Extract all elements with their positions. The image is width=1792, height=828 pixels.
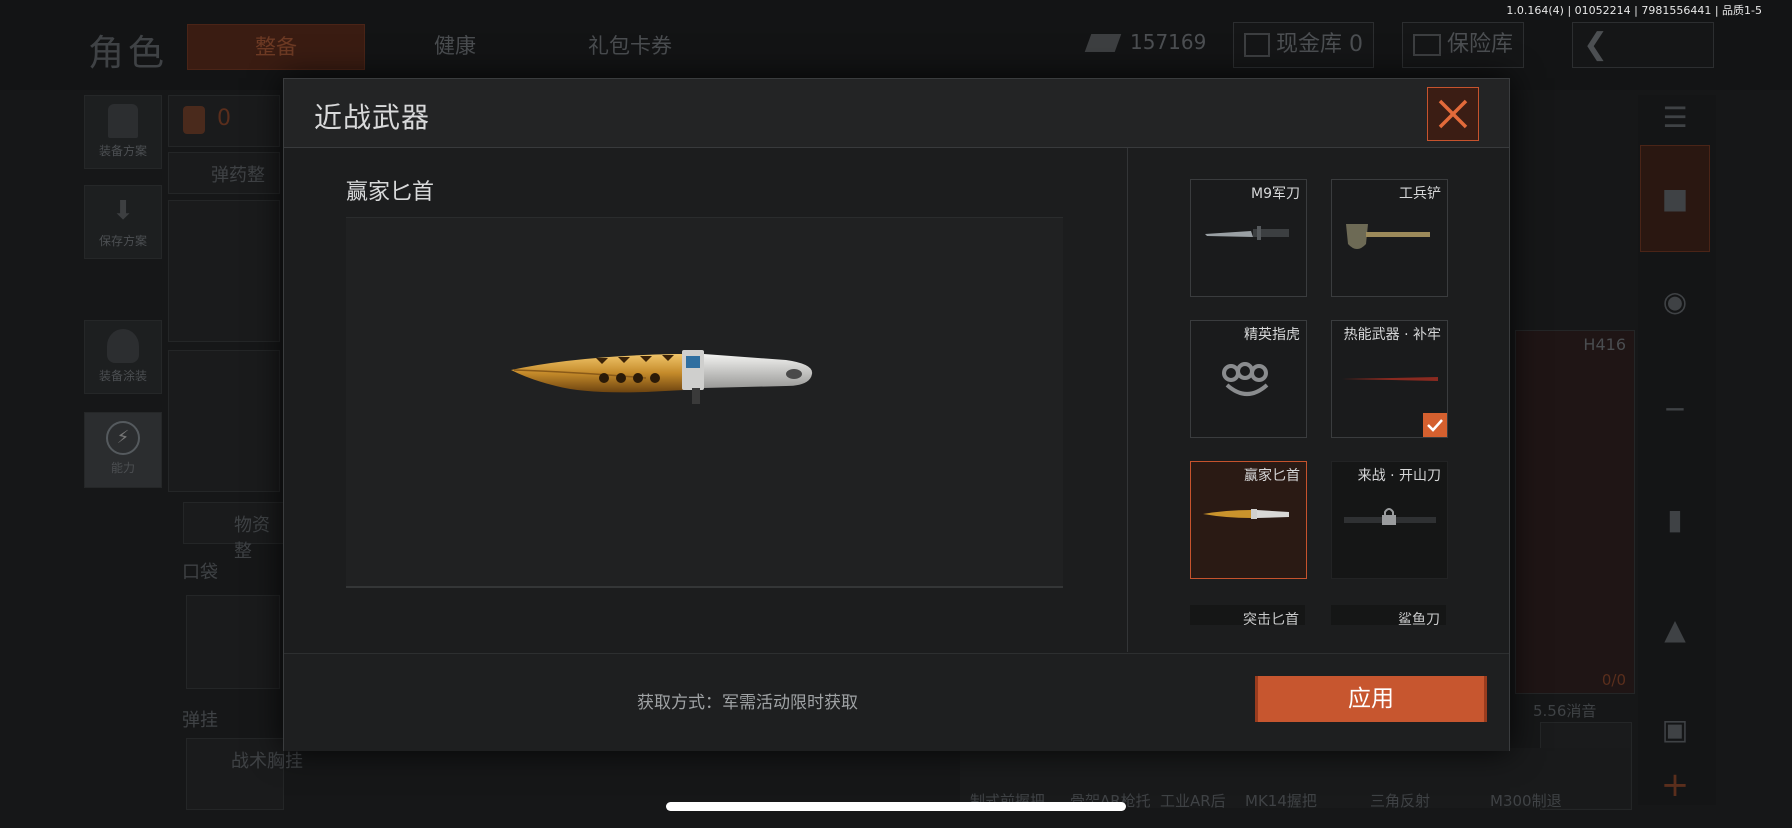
dialog-divider: [1127, 148, 1128, 652]
selected-weapon-name: 赢家匕首: [346, 180, 435, 205]
magazine-tab-icon[interactable]: ▮: [1645, 490, 1705, 550]
chest-rig-slot[interactable]: 战术胸挂: [186, 738, 303, 810]
grenade-tab-icon[interactable]: ▲: [1645, 600, 1705, 660]
item-label: 工兵铲: [1399, 186, 1441, 202]
brass-knuckles-icon: [1222, 362, 1269, 396]
dialog-title: 近战武器: [314, 101, 431, 134]
back-button[interactable]: ❮: [1572, 22, 1714, 68]
dialog-footer: 获取方式：军需活动限时获取 应用: [284, 653, 1509, 751]
attachment-item[interactable]: M300制退: [1490, 790, 1562, 811]
backpack-count: 0: [217, 106, 231, 131]
cash-vault-button[interactable]: 现金库 0: [1233, 22, 1374, 68]
item-card-machete[interactable]: 来战 · 开山刀: [1331, 461, 1448, 579]
page-title: 角色: [88, 33, 169, 74]
close-button[interactable]: [1427, 87, 1479, 141]
weapon-ammo-count: 0/0: [1601, 671, 1626, 689]
attachment-strip: 制式前握把 骨架AR枪托 工业AR后 MK14握把 三角反射 M300制退: [960, 748, 1630, 811]
layers-icon[interactable]: ☰: [1645, 88, 1705, 148]
skin-label: 装备涂装: [98, 369, 147, 383]
armor-tab-icon[interactable]: ■: [1640, 145, 1710, 252]
tab-gear[interactable]: 整备: [187, 24, 365, 70]
home-indicator[interactable]: [666, 802, 1126, 811]
back-arrow-icon: ❮: [1583, 27, 1609, 62]
attachment-item[interactable]: 三角反射: [1370, 790, 1430, 811]
item-card-knuckles[interactable]: 精英指虎: [1190, 320, 1307, 438]
ability-label: 能力: [110, 461, 135, 475]
item-card-winner-dagger[interactable]: 赢家匕首: [1190, 461, 1307, 579]
lock-icon: [1382, 508, 1396, 525]
item-label: 赢家匕首: [1244, 468, 1300, 484]
vest-icon: [108, 104, 138, 138]
item-card-thermal[interactable]: 热能武器 · 补牢: [1331, 320, 1448, 438]
item-card-shark-knife[interactable]: 鲨鱼刀: [1331, 605, 1446, 625]
tab-gift-cards[interactable]: 礼包卡券: [550, 24, 710, 68]
insurance-vault-label: 保险库: [1447, 32, 1514, 57]
item-label: 热能武器 · 补牢: [1343, 327, 1441, 343]
equipment-plan-button[interactable]: 装备方案: [84, 95, 162, 169]
download-icon: ⬇: [112, 196, 134, 226]
insurance-vault-icon: [1413, 34, 1441, 56]
equipped-check-icon: [1423, 413, 1447, 437]
close-icon: [1438, 99, 1468, 129]
thermal-blade-icon: [1342, 377, 1438, 381]
chest-rig-label: 弹挂: [182, 710, 218, 731]
gear-slot[interactable]: [168, 350, 280, 492]
item-card-assault-dagger[interactable]: 突击匕首: [1190, 605, 1305, 625]
golden-dagger-image: [511, 350, 813, 404]
ammo-organize-label: 弹药整: [211, 165, 265, 186]
cash-vault-icon: [1244, 33, 1270, 57]
item-label: 精英指虎: [1244, 327, 1300, 343]
ammo-organize-button[interactable]: 弹药整: [168, 152, 280, 194]
backpack-icon: [183, 106, 205, 134]
item-card-m9[interactable]: M9军刀: [1190, 179, 1307, 297]
item-card-shovel[interactable]: 工兵铲: [1331, 179, 1448, 297]
weapon-preview: [346, 217, 1063, 588]
skin-button[interactable]: 装备涂装: [84, 320, 162, 394]
insurance-vault-button[interactable]: 保险库: [1402, 22, 1525, 68]
save-plan-button[interactable]: ⬇ 保存方案: [84, 185, 162, 259]
version-text: 1.0.164(4) | 01052214 | 7981556441 | 品质1…: [1506, 4, 1762, 17]
shovel-icon: [1346, 224, 1430, 249]
item-label: 突击匕首: [1243, 612, 1299, 625]
pocket-slot[interactable]: [186, 595, 280, 689]
rifle-tab-icon[interactable]: ─: [1645, 380, 1705, 440]
item-label: 来战 · 开山刀: [1357, 468, 1441, 484]
item-label: M9军刀: [1251, 186, 1300, 202]
weapon-card[interactable]: H416 0/0: [1515, 330, 1635, 694]
attachment-item[interactable]: 工业AR后: [1160, 790, 1226, 811]
supply-organize-label: 物资整: [234, 515, 270, 562]
ability-icon: ⚡: [106, 421, 140, 455]
dialog-header: 近战武器: [284, 79, 1509, 148]
save-plan-label: 保存方案: [98, 234, 147, 248]
equipment-plan-label: 装备方案: [98, 144, 147, 158]
currency-amount: 157169: [1130, 30, 1207, 54]
pocket-label: 口袋: [182, 562, 218, 583]
helmet-tab-icon[interactable]: ◉: [1645, 272, 1705, 332]
item-label: 鲨鱼刀: [1398, 612, 1440, 625]
golden-dagger-icon: [1203, 509, 1289, 519]
attachment-item[interactable]: MK14握把: [1245, 790, 1317, 811]
helmet-icon: [107, 329, 139, 363]
supply-organize-button[interactable]: 物资整: [183, 502, 285, 562]
cash-vault-label: 现金库 0: [1276, 32, 1363, 57]
apply-button[interactable]: 应用: [1255, 676, 1487, 722]
gear-slot[interactable]: [168, 200, 280, 342]
melee-weapon-dialog: 近战武器 赢家匕首 M9军刀 工兵铲 精英指虎 热能武器 · 补牢 赢家匕首 来…: [283, 78, 1510, 751]
backpack-slot[interactable]: 0: [168, 95, 280, 147]
scope-tab-icon[interactable]: ▣: [1645, 700, 1705, 760]
weapon-name: H416: [1583, 335, 1626, 354]
acquire-method-text: 获取方式：军需活动限时获取: [637, 693, 858, 713]
ability-button[interactable]: ⚡ 能力: [84, 412, 162, 488]
attachment-label: 5.56消音: [1533, 702, 1597, 720]
add-icon[interactable]: +: [1645, 755, 1705, 815]
tab-health[interactable]: 健康: [390, 24, 520, 68]
bayonet-icon: [1205, 226, 1289, 240]
